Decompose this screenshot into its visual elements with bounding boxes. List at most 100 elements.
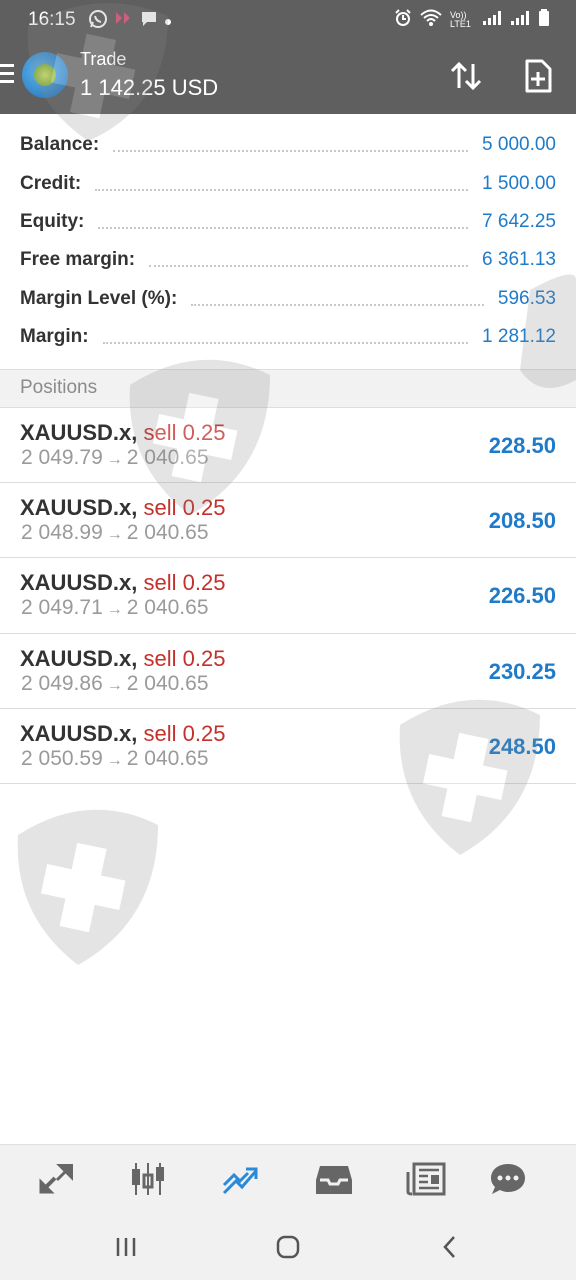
alarm-icon — [394, 9, 412, 31]
whatsapp-icon — [88, 9, 108, 35]
position-prices: 2 049.71 → 2 040.65 — [21, 596, 209, 620]
position-side: sell 0.25 — [143, 420, 226, 445]
sort-button[interactable] — [446, 56, 486, 96]
position-prices: 2 048.99 → 2 040.65 — [21, 521, 209, 545]
news-icon — [406, 1162, 446, 1196]
sort-icon — [450, 61, 482, 91]
header-balance: 1 142.25 USD — [80, 75, 219, 100]
message-icon — [140, 10, 158, 34]
position-symbol: XAUUSD.x, — [20, 420, 138, 445]
current-price: 2 040.65 — [126, 521, 209, 545]
summary-row-margin-level: Margin Level (%): 596.53 — [0, 280, 576, 318]
notification-icons — [88, 9, 172, 35]
position-header: XAUUSD.x, sell 0.25 — [20, 495, 225, 521]
trade-icon — [222, 1167, 258, 1195]
nav-trade[interactable] — [218, 1159, 262, 1199]
dotted-leader — [102, 342, 469, 345]
position-row[interactable]: XAUUSD.x, sell 0.25 2 049.79 → 2 040.65 22… — [0, 408, 576, 484]
position-header: XAUUSD.x, sell 0.25 — [20, 721, 225, 747]
position-header: XAUUSD.x, sell 0.25 — [20, 420, 225, 446]
bottom-nav — [0, 1144, 576, 1214]
current-price: 2 040.65 — [126, 446, 209, 469]
wifi-icon — [420, 9, 442, 31]
menu-icon[interactable] — [0, 64, 14, 86]
position-row[interactable]: XAUUSD.x, sell 0.25 2 049.86 → 2 040.65 23… — [0, 634, 576, 709]
summary-label: Margin Level (%): — [20, 287, 178, 309]
network-label: Vo)) LTE1 — [450, 10, 471, 29]
position-symbol: XAUUSD.x, — [20, 495, 138, 521]
arrow-right-icon: → — [106, 601, 123, 619]
nav-quotes[interactable] — [34, 1159, 78, 1199]
summary-value: 7 642.25 — [482, 210, 556, 232]
summary-value: 1 500.00 — [482, 172, 556, 194]
battery-icon — [538, 9, 550, 31]
position-profit: 208.50 — [488, 508, 556, 534]
position-profit: 248.50 — [488, 733, 556, 759]
position-header: XAUUSD.x, sell 0.25 — [20, 646, 225, 672]
current-price: 2 040.65 — [126, 671, 209, 695]
history-icon — [316, 1166, 352, 1194]
open-price: 2 049.79 — [21, 446, 103, 469]
position-row[interactable]: XAUUSD.x, sell 0.25 2 050.59 → 2 040.65 24… — [0, 709, 576, 784]
dotted-leader — [149, 265, 469, 268]
position-prices: 2 049.86 → 2 040.65 — [21, 672, 209, 696]
summary-value: 6 361.13 — [482, 249, 556, 271]
position-prices: 2 049.79 → 2 040.65 — [21, 446, 209, 470]
positions-title: Positions — [20, 377, 98, 398]
arrow-right-icon: → — [106, 751, 123, 769]
position-row[interactable]: XAUUSD.x, sell 0.25 2 048.99 → 2 040.65 20… — [0, 483, 576, 559]
position-row[interactable]: XAUUSD.x, sell 0.25 2 049.71 → 2 040.65 22… — [0, 558, 576, 634]
position-symbol: XAUUSD.x, — [20, 645, 138, 671]
new-document-icon — [525, 59, 552, 93]
recent-apps-button[interactable] — [106, 1232, 146, 1262]
home-button[interactable] — [268, 1232, 308, 1262]
app-header: Trade 1 142.25 USD — [0, 40, 576, 114]
position-symbol: XAUUSD.x, — [20, 570, 138, 596]
summary-label: Equity: — [20, 210, 85, 232]
current-price: 2 040.65 — [126, 746, 209, 770]
messages-icon — [491, 1164, 525, 1194]
positions-list: XAUUSD.x, sell 0.25 2 049.79 → 2 040.65 22… — [0, 408, 576, 784]
arrow-right-icon: → — [106, 676, 123, 694]
open-price: 2 048.99 — [21, 521, 103, 545]
signal-icon — [482, 10, 502, 30]
position-side: sell 0.25 — [143, 570, 226, 596]
current-price: 2 040.65 — [126, 596, 209, 620]
position-side: sell 0.25 — [143, 495, 226, 521]
position-profit: 230.25 — [488, 658, 556, 684]
system-nav-bar — [0, 1214, 576, 1280]
status-bar: 16:15 Vo)) LTE1 — [0, 0, 576, 40]
position-header: XAUUSD.x, sell 0.25 — [20, 570, 225, 596]
dotted-leader — [98, 226, 469, 229]
dot-icon — [164, 12, 172, 32]
status-time: 16:15 — [28, 9, 76, 30]
nav-messages[interactable] — [486, 1159, 530, 1199]
quotes-icon — [39, 1164, 73, 1194]
signal-icon-2 — [510, 10, 530, 30]
notification-app-icon — [114, 10, 134, 34]
recent-apps-icon — [116, 1238, 136, 1256]
summary-label: Free margin: — [20, 249, 136, 271]
nav-news[interactable] — [404, 1159, 448, 1199]
summary-row-balance: Balance: 5 000.00 — [0, 126, 576, 164]
summary-value: 5 000.00 — [482, 134, 556, 156]
nav-history[interactable] — [312, 1159, 356, 1199]
arrow-right-icon: → — [106, 451, 123, 468]
account-summary: Balance: 5 000.00 Credit: 1 500.00 Equit… — [0, 126, 576, 356]
back-button[interactable] — [430, 1232, 470, 1262]
arrow-right-icon: → — [106, 526, 123, 544]
summary-row-credit: Credit: 1 500.00 — [0, 164, 576, 202]
open-price: 2 049.71 — [21, 596, 103, 620]
position-prices: 2 050.59 → 2 040.65 — [21, 747, 209, 771]
nav-chart[interactable] — [126, 1159, 170, 1199]
new-order-button[interactable] — [518, 56, 558, 96]
home-icon — [276, 1235, 300, 1259]
dotted-leader — [95, 188, 469, 191]
summary-value: 596.53 — [497, 287, 556, 309]
chart-icon — [132, 1163, 164, 1195]
position-side: sell 0.25 — [143, 645, 226, 671]
positions-section-header: Positions — [0, 369, 576, 408]
summary-label: Margin: — [20, 326, 89, 348]
dotted-leader — [113, 150, 469, 153]
position-profit: 228.50 — [488, 433, 556, 458]
